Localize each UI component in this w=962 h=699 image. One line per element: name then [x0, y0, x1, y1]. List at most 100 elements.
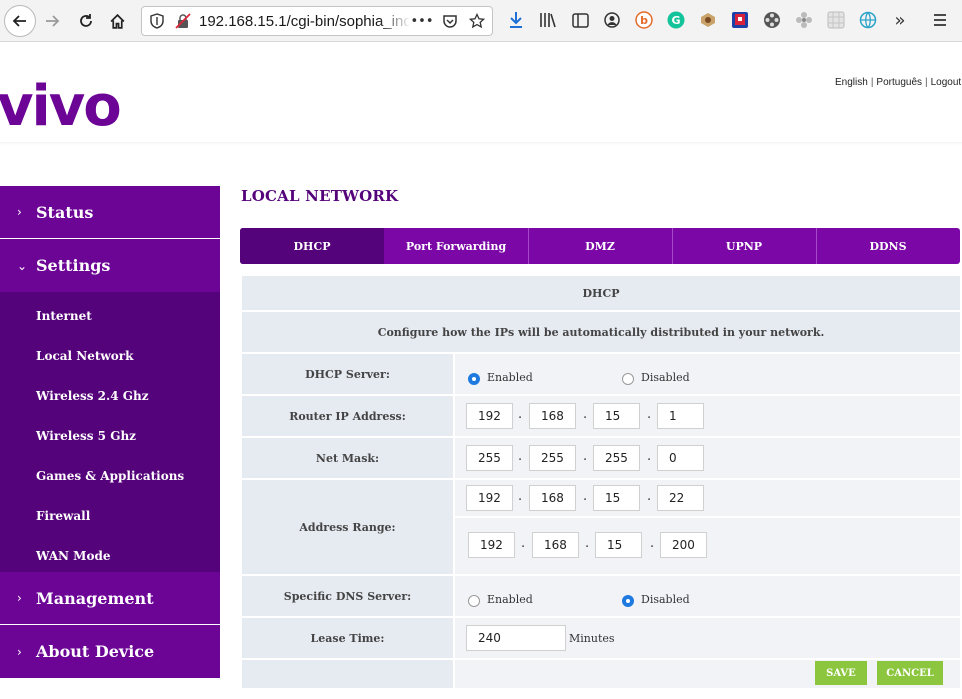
extension-turkey-icon[interactable]	[699, 11, 717, 29]
address-range-label: Address Range:	[242, 480, 453, 574]
actions-label-cell	[242, 660, 453, 688]
panel-title: DHCP	[242, 276, 960, 310]
sidebar-subitem-games-applications[interactable]: Games & Applications	[36, 469, 184, 483]
tab-divider	[672, 228, 673, 264]
sidebar-item-label: About Device	[36, 642, 155, 661]
star-icon[interactable]	[468, 12, 486, 30]
extension-red-icon[interactable]	[731, 11, 749, 29]
net-mask-octet-2[interactable]: 255	[529, 445, 576, 471]
dns-disabled-label: Disabled	[641, 593, 690, 606]
range-end-octet-4[interactable]: 200	[660, 532, 707, 558]
router-ip-octet-2[interactable]: 168	[529, 403, 576, 429]
tab-dmz[interactable]: DMZ	[528, 228, 672, 264]
dhcp-disabled-label: Disabled	[641, 371, 690, 384]
chevron-right-icon: ›	[17, 644, 22, 659]
tab-port-forwarding[interactable]: Port Forwarding	[384, 228, 528, 264]
sidebar-subitem-wireless-5[interactable]: Wireless 5 Ghz	[36, 429, 136, 443]
net-mask-label: Net Mask:	[242, 438, 453, 478]
net-mask-octet-1[interactable]: 255	[466, 445, 513, 471]
router-ip-octet-4[interactable]: 1	[657, 403, 704, 429]
english-link[interactable]: English	[835, 77, 868, 88]
url-bar[interactable]: 192.168.15.1/cgi-bin/sophia_index •••	[141, 6, 493, 36]
url-fade	[379, 11, 411, 33]
ip-separator: .	[518, 449, 523, 464]
tab-divider	[816, 228, 817, 264]
page-title: LOCAL NETWORK	[241, 187, 399, 205]
sidebar-item-label: Management	[36, 588, 154, 608]
shield-icon[interactable]	[148, 12, 166, 30]
range-start-octet-2[interactable]: 168	[529, 485, 576, 511]
ip-separator: .	[583, 449, 588, 464]
insecure-lock-icon[interactable]	[174, 12, 192, 30]
ip-separator: .	[518, 407, 523, 422]
net-mask-octet-3[interactable]: 255	[593, 445, 640, 471]
language-links: English | Português | Logout	[835, 77, 962, 88]
portugues-link[interactable]: Português	[876, 77, 922, 88]
download-icon[interactable]	[507, 11, 525, 29]
range-start-octet-1[interactable]: 192	[466, 485, 513, 511]
ip-separator: .	[650, 536, 655, 551]
dhcp-server-options: Enabled Disabled	[455, 354, 960, 394]
back-icon[interactable]	[4, 5, 36, 37]
home-icon[interactable]	[103, 7, 131, 35]
range-end-octet-2[interactable]: 168	[532, 532, 579, 558]
sidebar-item-about-device[interactable]: › About Device	[0, 625, 220, 678]
sidebar-item-label: Status	[36, 202, 94, 222]
forward-icon[interactable]	[38, 7, 66, 35]
chevron-down-icon: ⌄	[17, 258, 28, 273]
sidebar-item-settings[interactable]: ⌄ Settings	[0, 239, 220, 292]
extension-b-icon[interactable]: b	[635, 11, 653, 29]
sidebar-item-status[interactable]: › Status	[0, 186, 220, 238]
dns-disabled-radio[interactable]	[622, 595, 634, 607]
menu-icon[interactable]	[931, 11, 949, 29]
range-end-octet-3[interactable]: 15	[595, 532, 642, 558]
pocket-icon[interactable]	[441, 12, 459, 30]
settings-submenu: Internet Local Network Wireless 2.4 Ghz …	[0, 292, 220, 572]
lease-time-unit: Minutes	[569, 632, 615, 645]
router-ip-octet-1[interactable]: 192	[466, 403, 513, 429]
range-start-octet-3[interactable]: 15	[593, 485, 640, 511]
dhcp-disabled-radio[interactable]	[622, 373, 634, 385]
extension-globe-icon[interactable]	[859, 11, 877, 29]
net-mask-octet-4[interactable]: 0	[657, 445, 704, 471]
range-end-octet-1[interactable]: 192	[468, 532, 515, 558]
grammarly-icon[interactable]: G	[667, 11, 685, 29]
range-start-octet-4[interactable]: 22	[657, 485, 704, 511]
tab-upnp[interactable]: UPNP	[672, 228, 816, 264]
dhcp-enabled-radio[interactable]	[468, 373, 480, 385]
reader-icon[interactable]	[571, 11, 589, 29]
extension-film-icon[interactable]	[763, 11, 781, 29]
tab-dhcp[interactable]: DHCP	[240, 228, 384, 264]
sidebar-item-label: Settings	[36, 256, 111, 275]
cancel-button[interactable]: CANCEL	[877, 661, 943, 685]
save-button[interactable]: SAVE	[815, 661, 867, 685]
sidebar-subitem-internet[interactable]: Internet	[36, 309, 92, 323]
dhcp-server-label: DHCP Server:	[242, 354, 453, 394]
overflow-icon[interactable]: »	[891, 10, 909, 31]
sidebar: › Status ⌄ Settings Internet Local Netwo…	[0, 186, 220, 678]
account-icon[interactable]	[603, 11, 621, 29]
reload-icon[interactable]	[72, 7, 100, 35]
logout-link[interactable]: Logout	[931, 77, 962, 88]
tab-ddns[interactable]: DDNS	[816, 228, 960, 264]
sidebar-subitem-firewall[interactable]: Firewall	[36, 509, 90, 523]
more-icon[interactable]: •••	[411, 12, 434, 30]
header-divider	[0, 142, 962, 145]
sidebar-subitem-wan-mode[interactable]: WAN Mode	[36, 549, 110, 563]
sidebar-subitem-wireless-24[interactable]: Wireless 2.4 Ghz	[36, 389, 149, 403]
ip-separator: .	[518, 489, 523, 504]
ip-separator: .	[585, 536, 590, 551]
router-ip-fields: 192 . 168 . 15 . 1	[455, 396, 960, 436]
sidebar-item-management[interactable]: › Management	[0, 572, 220, 624]
sidebar-subitem-local-network[interactable]: Local Network	[36, 349, 133, 363]
router-ip-octet-3[interactable]: 15	[593, 403, 640, 429]
specific-dns-options: Enabled Disabled	[455, 576, 960, 616]
address-range-start: 192 . 168 . 15 . 22	[455, 480, 960, 516]
extension-grid-icon[interactable]	[827, 11, 845, 29]
specific-dns-label: Specific DNS Server:	[242, 576, 453, 616]
dns-enabled-radio[interactable]	[468, 595, 480, 607]
extension-flower-icon[interactable]	[795, 11, 813, 29]
lease-time-input[interactable]: 240	[466, 625, 566, 651]
library-icon[interactable]	[539, 11, 557, 29]
chevron-right-icon: ›	[17, 591, 22, 605]
